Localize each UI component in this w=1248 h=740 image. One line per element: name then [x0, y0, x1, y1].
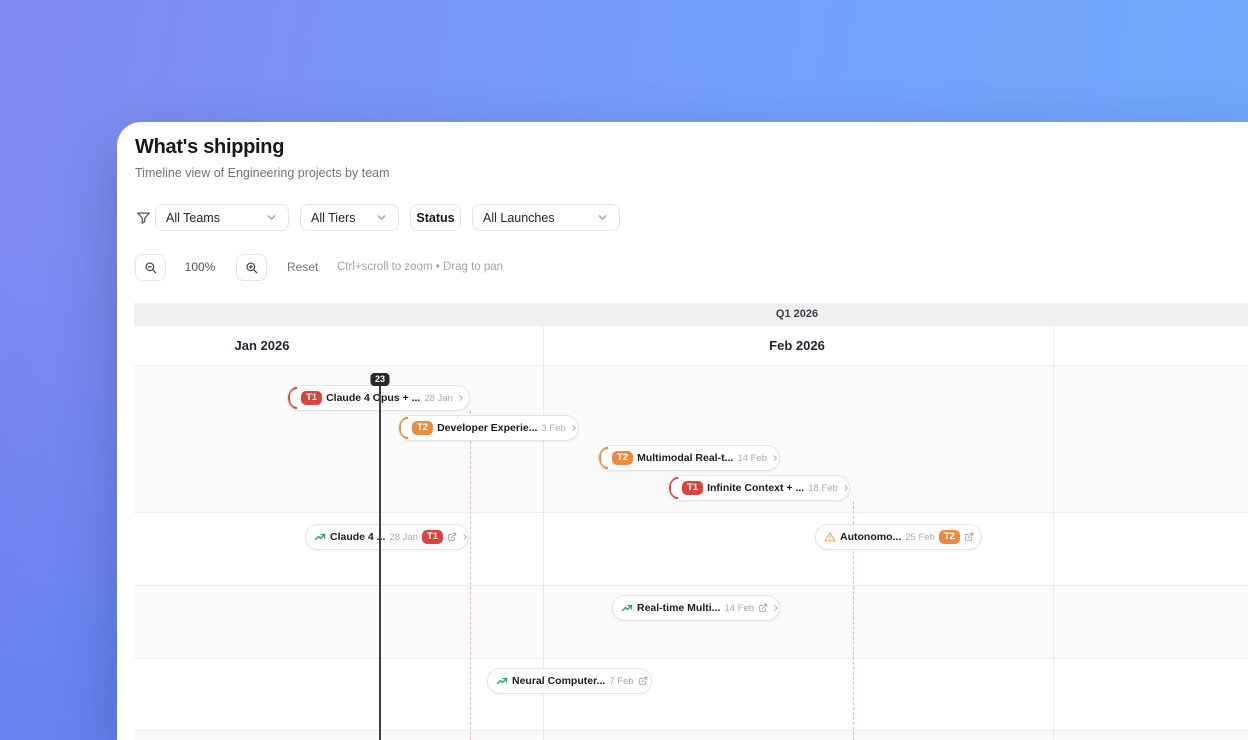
launch-pill[interactable]: Claude 4 ... 28 Jan T1: [305, 524, 469, 550]
tier-badge: T1: [421, 529, 444, 545]
launch-title: Real-time Multi...: [637, 602, 721, 614]
trending-up-icon: [621, 602, 633, 614]
tier-badge: T2: [612, 450, 634, 466]
project-date: 18 Feb: [808, 482, 838, 494]
today-date-badge: 23: [370, 373, 390, 386]
launch-title: Autonomo...: [840, 531, 902, 543]
chevron-right-icon[interactable]: [457, 394, 465, 402]
horizontal-gridline: [134, 512, 1248, 513]
launch-pill[interactable]: Neural Computer... 7 Feb: [487, 668, 652, 694]
external-link-icon[interactable]: [964, 532, 974, 542]
project-date: 14 Feb: [737, 452, 767, 464]
row-stripe: [134, 512, 1248, 585]
launch-date: 25 Feb: [905, 531, 935, 543]
chevron-right-icon[interactable]: [772, 604, 779, 612]
month-label: Jan 2026: [234, 338, 290, 353]
month-label: Feb 2026: [769, 338, 825, 353]
external-link-icon[interactable]: [758, 603, 768, 613]
project-bar[interactable]: T2 Developer Experie... 3 Feb: [398, 415, 579, 441]
chevron-right-icon[interactable]: [842, 484, 849, 492]
tier-badge: T1: [301, 390, 323, 406]
row-stripe: [134, 658, 1248, 730]
timeline-canvas[interactable]: Q1 2026 Jan 2026 Feb 2026 T1 Claude 4 Op…: [117, 122, 1248, 740]
warning-icon: [824, 531, 836, 543]
launch-date: 7 Feb: [609, 675, 634, 687]
launch-title: Claude 4 ...: [330, 531, 386, 543]
tier-badge: T2: [938, 529, 960, 545]
project-bar-accent: [599, 447, 608, 469]
project-date: 3 Feb: [541, 422, 566, 434]
project-title: Developer Experie...: [437, 422, 538, 434]
project-title: Claude 4 Opus + ...: [326, 392, 421, 404]
tier-badge: T1: [682, 480, 704, 496]
quarter-header-band: [134, 303, 1248, 326]
project-bar-accent: [399, 417, 408, 439]
launch-date: 14 Feb: [724, 602, 755, 614]
launch-pill[interactable]: Real-time Multi... 14 Feb: [612, 595, 780, 621]
launch-pill[interactable]: Autonomo... 25 Feb T2: [815, 524, 982, 550]
project-date: 28 Jan: [424, 392, 453, 404]
whats-shipping-panel: What's shipping Timeline view of Enginee…: [117, 122, 1248, 740]
trending-up-icon: [314, 531, 326, 543]
horizontal-gridline: [134, 658, 1248, 659]
trending-up-icon: [496, 675, 508, 687]
chevron-right-icon[interactable]: [978, 533, 981, 541]
month-gridline: [1053, 326, 1054, 740]
horizontal-gridline: [134, 730, 1248, 731]
project-title: Multimodal Real-t...: [637, 452, 734, 464]
project-bar[interactable]: T1 Infinite Context + ... 18 Feb: [668, 475, 850, 501]
chevron-right-icon[interactable]: [570, 424, 578, 432]
quarter-label: Q1 2026: [775, 308, 819, 320]
tier-badge: T2: [412, 420, 434, 436]
project-bar[interactable]: T2 Multimodal Real-t... 14 Feb: [598, 445, 780, 471]
project-bar-accent: [288, 387, 297, 409]
external-link-icon[interactable]: [447, 532, 457, 542]
chevron-right-icon[interactable]: [771, 454, 779, 462]
launch-title: Neural Computer...: [512, 675, 606, 687]
project-bar-accent: [669, 477, 678, 499]
external-link-icon[interactable]: [638, 676, 648, 686]
chevron-right-icon[interactable]: [461, 533, 468, 541]
today-line: [379, 381, 381, 740]
horizontal-gridline: [134, 365, 1248, 366]
launch-date: 28 Jan: [389, 531, 418, 543]
desktop-background: What's shipping Timeline view of Enginee…: [0, 0, 1248, 740]
horizontal-gridline: [134, 585, 1248, 586]
row-stripe: [134, 730, 1248, 740]
project-title: Infinite Context + ...: [707, 482, 805, 494]
launch-date-marker-line: [470, 411, 471, 740]
